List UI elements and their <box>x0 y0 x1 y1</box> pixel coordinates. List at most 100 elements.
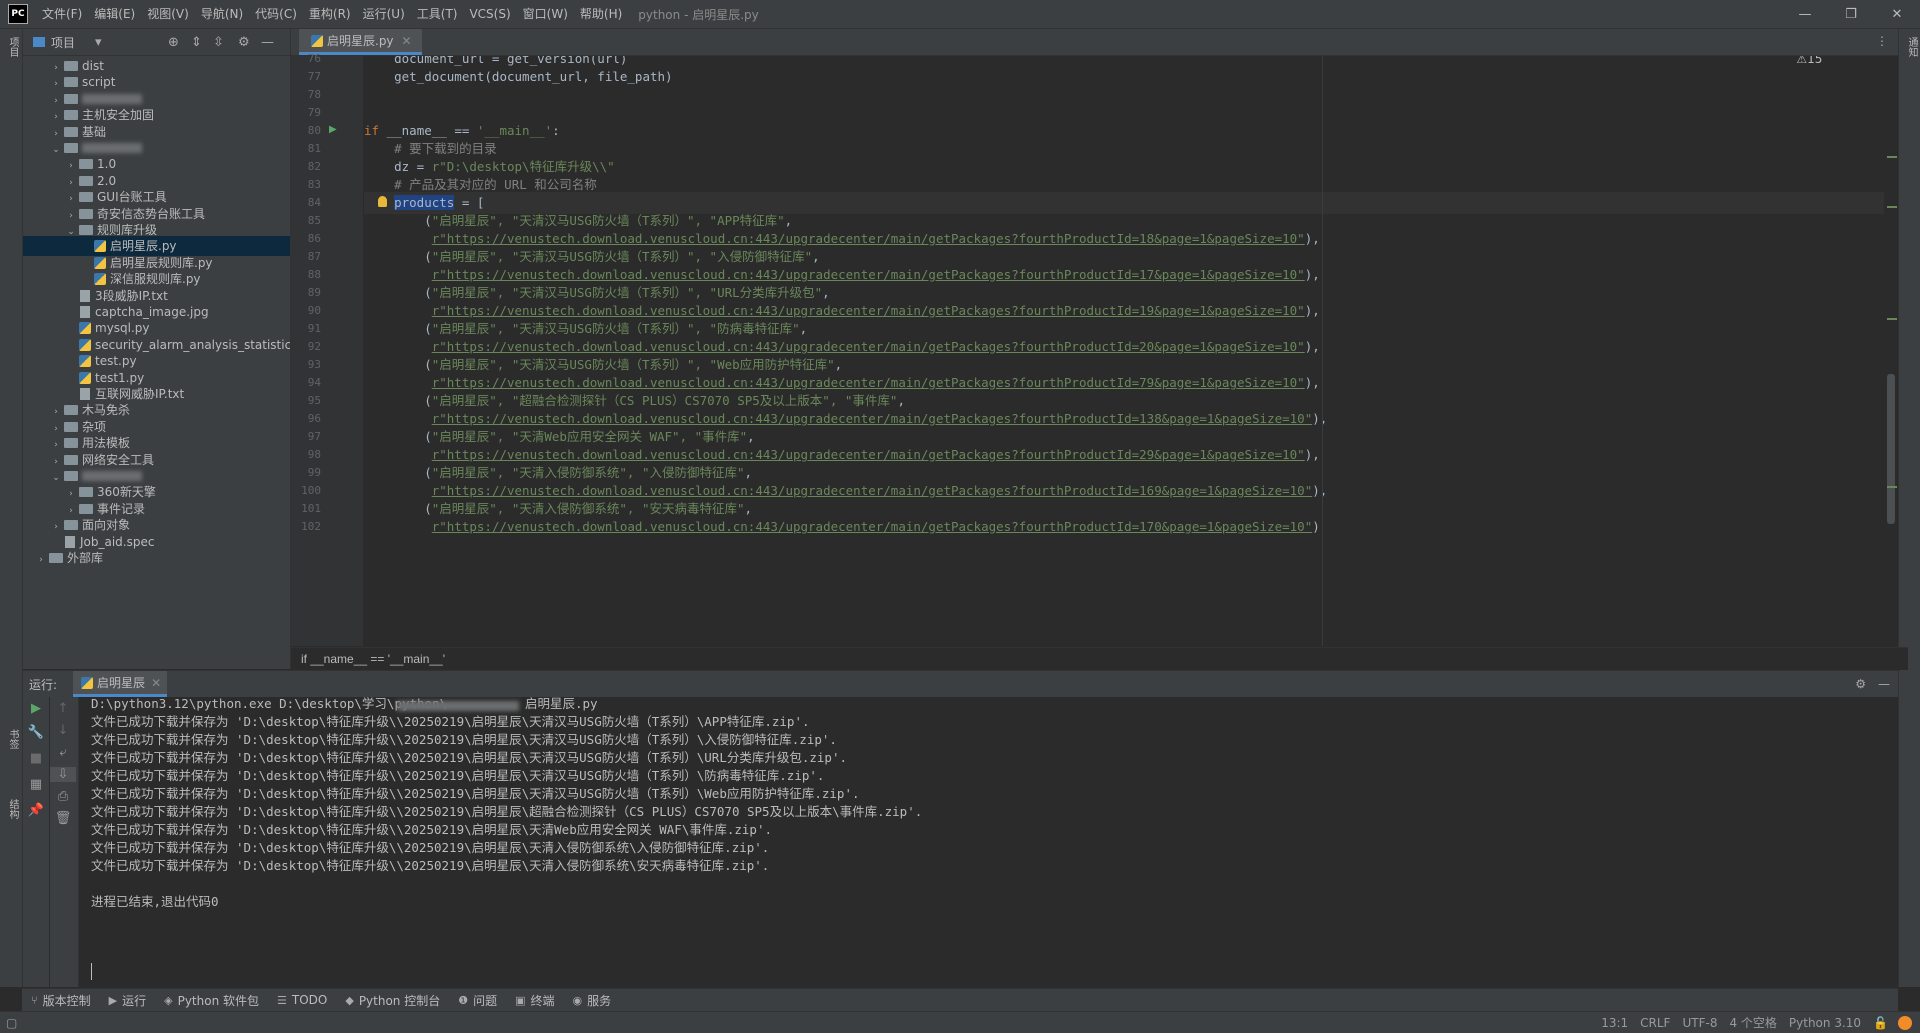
layout-icon[interactable]: ▦ <box>23 777 49 792</box>
tool-icon: ☰ <box>277 993 287 1007</box>
left-tool-strip: 项目 书签 结构 <box>0 29 23 987</box>
code-editor[interactable]: ⚠15 ˄ ˅ document_url = get_version(url) … <box>364 56 1884 646</box>
run-toolbar-primary: ▶ 🔧 ■ ▦ 📌 <box>23 697 49 987</box>
file-icon <box>65 535 75 548</box>
python-file-icon <box>94 240 106 253</box>
tree-item-label: 互联网威胁IP.txt <box>95 387 185 401</box>
menu-item[interactable]: 重构(R) <box>303 0 357 28</box>
menu-item[interactable]: VCS(S) <box>463 0 516 28</box>
tool-icon: ⑂ <box>31 993 38 1007</box>
folder-icon <box>64 405 78 416</box>
menu-item[interactable]: 代码(C) <box>249 0 303 28</box>
pin-icon[interactable]: 📌 <box>23 803 49 818</box>
tool-window-button[interactable]: ▶ 运行 <box>100 992 155 1009</box>
bookmarks-tool-tab[interactable]: 书签 <box>2 729 20 749</box>
stop-icon[interactable]: ■ <box>23 751 49 766</box>
soft-wrap-icon[interactable]: ⤶ <box>50 745 76 760</box>
arrow-up-icon[interactable]: ↑ <box>50 701 76 716</box>
print-icon[interactable]: ⎙ <box>50 789 76 804</box>
rerun-icon[interactable]: ▶ <box>23 701 49 716</box>
lock-icon[interactable]: 🔓 <box>1867 1016 1894 1030</box>
tool-label: Python 软件包 <box>177 993 259 1008</box>
tool-icon: ◆ <box>345 993 354 1007</box>
restore-button[interactable]: ❐ <box>1828 0 1874 28</box>
close-tab-icon[interactable]: ✕ <box>151 676 161 690</box>
notifications-tool-tab[interactable]: 通知 <box>1901 37 1919 57</box>
tool-window-button[interactable]: ❶ 问题 <box>449 992 506 1009</box>
minimize-button[interactable]: — <box>1782 0 1828 28</box>
chevron-right-icon[interactable]: › <box>35 550 47 570</box>
tool-window-button[interactable]: ◉ 服务 <box>564 992 621 1009</box>
tool-window-button[interactable]: ▣ 终端 <box>506 992 563 1009</box>
tool-window-button[interactable]: ⑂ 版本控制 <box>22 992 100 1009</box>
project-view-label[interactable]: 项目 <box>51 34 75 51</box>
gear-icon[interactable]: ⚙ <box>238 35 250 50</box>
folder-icon <box>64 438 78 449</box>
locate-icon[interactable]: ⊕ <box>168 35 179 50</box>
run-gutter-icon[interactable]: ▶ <box>329 124 337 135</box>
line-separator[interactable]: CRLF <box>1634 1016 1676 1030</box>
project-tool-tab[interactable]: 项目 <box>2 37 20 57</box>
editor-scrollbar[interactable] <box>1883 56 1897 646</box>
hide-panel-icon[interactable]: — <box>261 35 274 50</box>
tree-item-label: 深信服规则库.py <box>110 272 201 287</box>
hide-panel-icon[interactable]: — <box>1878 677 1890 691</box>
inspection-warnings-badge[interactable]: ⚠15 ˄ ˅ <box>1796 56 1854 66</box>
lightbulb-icon[interactable] <box>378 196 387 207</box>
expand-all-icon[interactable]: ⇕ <box>191 35 202 50</box>
console-caret <box>91 963 92 980</box>
gear-icon[interactable]: ⚙ <box>1855 677 1866 691</box>
redacted-label <box>82 471 142 481</box>
menu-item[interactable]: 窗口(W) <box>517 0 574 28</box>
tool-icon: ▶ <box>108 993 118 1007</box>
console-line: 文件已成功下载并保存为 'D:\desktop\特征库升级\\20250219\… <box>91 858 770 873</box>
python-file-icon <box>81 676 94 689</box>
run-tab[interactable]: 启明星辰 ✕ <box>73 671 168 697</box>
chevron-down-icon[interactable]: ˅ <box>1848 56 1854 66</box>
tree-item-label: 1.0 <box>97 157 117 172</box>
right-tool-strip: 通知 <box>1898 29 1920 987</box>
folder-icon <box>64 61 78 71</box>
tool-label: 版本控制 <box>42 993 91 1008</box>
menu-item[interactable]: 视图(V) <box>141 0 195 28</box>
layout-toggle-icon[interactable]: ▢ <box>6 1016 17 1030</box>
tool-window-button[interactable]: ☰ TODO <box>268 993 336 1007</box>
close-window-button[interactable]: ✕ <box>1874 0 1920 28</box>
arrow-down-icon[interactable]: ↓ <box>50 723 76 738</box>
file-icon <box>80 388 90 400</box>
menu-item[interactable]: 文件(F) <box>36 0 88 28</box>
tree-item-label: dist <box>82 59 104 73</box>
wrench-icon[interactable]: 🔧 <box>23 725 49 740</box>
menu-item[interactable]: 编辑(E) <box>88 0 141 28</box>
chevron-up-icon[interactable]: ˄ <box>1832 56 1838 66</box>
menu-item[interactable]: 导航(N) <box>195 0 249 28</box>
close-tab-icon[interactable]: ✕ <box>402 34 412 48</box>
chevron-down-icon[interactable]: ▾ <box>95 35 102 50</box>
tool-label: 服务 <box>587 993 612 1008</box>
update-notification-icon[interactable] <box>1898 1015 1912 1030</box>
caret-position[interactable]: 13:1 <box>1595 1016 1634 1030</box>
tree-item-label: 2.0 <box>97 173 117 188</box>
tree-item-label: 网络安全工具 <box>82 452 155 467</box>
menu-item[interactable]: 运行(U) <box>357 0 411 28</box>
python-file-icon <box>79 355 91 368</box>
more-options-icon[interactable]: ⋮ <box>1876 34 1888 48</box>
breadcrumb[interactable]: if __name__ == '__main__' <box>291 647 1908 670</box>
code-line: get_document(document_url, file_path) <box>364 69 673 84</box>
menu-item[interactable]: 工具(T) <box>411 0 464 28</box>
tree-item[interactable]: › 外部库 <box>23 548 290 570</box>
scroll-to-end-icon[interactable]: ⇩ <box>50 767 76 782</box>
tool-icon: ❶ <box>458 993 469 1007</box>
run-console[interactable]: D:\python3.12\python.exe D:\desktop\学习\p… <box>79 697 1898 987</box>
indent-setting[interactable]: 4 个空格 <box>1723 1014 1782 1031</box>
trash-icon[interactable]: 🗑 <box>50 811 76 826</box>
file-encoding[interactable]: UTF-8 <box>1676 1016 1723 1030</box>
tool-window-button[interactable]: ◆ Python 控制台 <box>336 992 449 1009</box>
python-interpreter[interactable]: Python 3.10 <box>1783 1016 1867 1030</box>
folder-icon <box>64 143 78 153</box>
structure-tool-tab[interactable]: 结构 <box>2 799 20 819</box>
folder-icon <box>79 175 93 186</box>
tool-window-button[interactable]: ◈ Python 软件包 <box>155 992 268 1009</box>
menu-item[interactable]: 帮助(H) <box>574 0 628 28</box>
collapse-all-icon[interactable]: ⇳ <box>213 35 224 50</box>
